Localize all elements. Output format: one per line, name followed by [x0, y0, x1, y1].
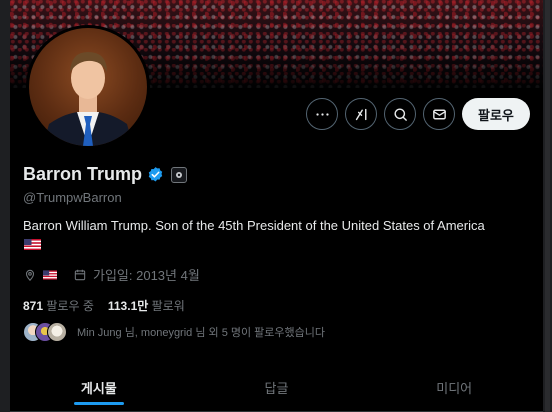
profile-stats: 871 팔로우 중 113.1만 팔로워: [23, 297, 185, 314]
tab-label: 게시물: [80, 381, 117, 396]
verified-badge-icon[interactable]: [147, 166, 164, 183]
profile-actions: 팔로우: [306, 98, 530, 130]
scrollbar[interactable]: [543, 0, 552, 412]
active-tab-indicator: [73, 402, 124, 405]
more-icon: [315, 112, 329, 116]
followers-label: 팔로워: [151, 299, 185, 313]
location-icon: [25, 269, 35, 281]
following-count: 871: [23, 299, 44, 313]
display-name: Barron Trump: [23, 164, 143, 184]
tab-label: 미디어: [436, 381, 473, 396]
tab-replies[interactable]: 답글: [188, 364, 366, 411]
tab-media[interactable]: 미디어: [365, 364, 543, 411]
grok-button[interactable]: [345, 98, 377, 130]
profile-meta: 가입일: 2013년 4월: [23, 265, 200, 284]
follower-avatars: [23, 322, 69, 342]
profile-bio: Barron William Trump. Son of the 45th Pr…: [23, 218, 485, 233]
follow-button[interactable]: 팔로우: [462, 98, 530, 130]
affiliation-badge-icon[interactable]: [171, 166, 188, 183]
tab-label: 답글: [264, 381, 289, 396]
us-flag-icon: [43, 269, 57, 280]
search-icon: [393, 107, 407, 121]
more-button[interactable]: [306, 98, 338, 130]
followers-you-know-text: Min Jung 님, moneygrid 님 외 5 명이 팔로우했습니다: [77, 327, 325, 339]
message-icon: [432, 109, 446, 119]
avatar-portrait: [43, 52, 133, 146]
profile-avatar[interactable]: [26, 25, 150, 149]
followers-count: 113.1만: [107, 299, 149, 313]
search-button[interactable]: [384, 98, 416, 130]
profile-tabs: 게시물 답글 미디어: [10, 364, 543, 412]
joined-date: 가입일: 2013년 4월: [93, 268, 200, 283]
tab-posts[interactable]: 게시물: [10, 364, 188, 411]
followers-you-know[interactable]: Min Jung 님, moneygrid 님 외 5 명이 팔로우했습니다: [23, 322, 325, 342]
avatar: [47, 322, 67, 342]
profile-handle: @TrumpwBarron: [23, 190, 122, 205]
us-flag-icon: [24, 237, 41, 255]
following-link[interactable]: 871 팔로우 중: [23, 297, 94, 314]
window-frame-left: [0, 0, 10, 412]
followers-link[interactable]: 113.1만 팔로워: [108, 297, 185, 314]
name-row: Barron Trump: [23, 164, 188, 185]
grok-icon: [355, 108, 366, 120]
following-label: 팔로우 중: [46, 299, 94, 313]
scrollbar-thumb[interactable]: [545, 0, 550, 412]
calendar-icon: [74, 269, 86, 280]
message-button[interactable]: [423, 98, 455, 130]
